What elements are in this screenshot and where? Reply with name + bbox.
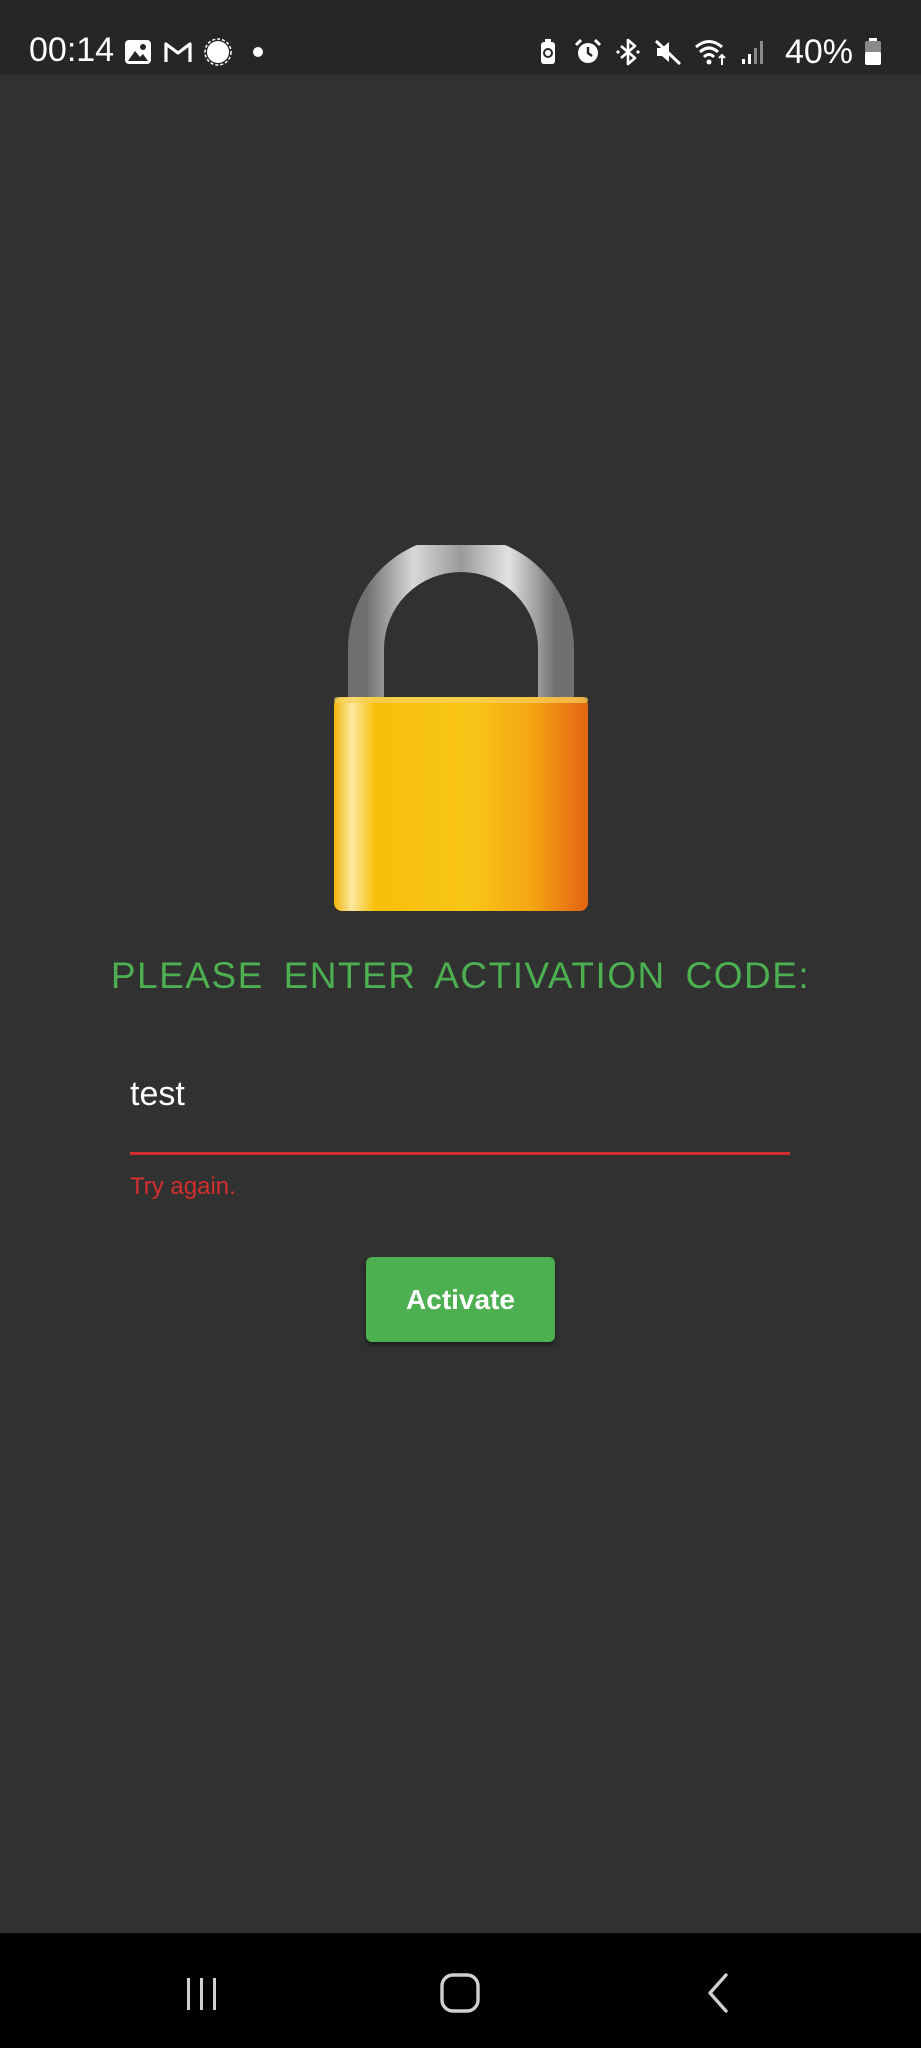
bluetooth-icon bbox=[616, 38, 640, 66]
status-time: 00:14 bbox=[29, 31, 115, 69]
input-underline bbox=[130, 1152, 790, 1155]
battery-icon bbox=[865, 38, 881, 65]
mute-icon bbox=[654, 39, 681, 66]
gallery-icon bbox=[125, 40, 151, 64]
alarm-icon bbox=[574, 38, 601, 63]
error-message: Try again. bbox=[130, 1173, 236, 1200]
status-notification-icons bbox=[123, 34, 273, 70]
activate-button[interactable]: Activate bbox=[366, 1257, 555, 1342]
battery-saver-icon bbox=[540, 39, 555, 64]
back-icon bbox=[708, 1973, 728, 2013]
activation-code-value[interactable]: test bbox=[130, 1074, 185, 1114]
activation-prompt: PLEASE ENTER ACTIVATION CODE: bbox=[110, 955, 811, 996]
back-button[interactable] bbox=[673, 1953, 763, 2033]
gmail-icon bbox=[164, 42, 192, 62]
home-button[interactable] bbox=[415, 1953, 505, 2033]
cell-signal-icon bbox=[741, 41, 763, 64]
recent-apps-button[interactable] bbox=[157, 1953, 247, 2033]
status-system-icons: 40% bbox=[533, 32, 883, 72]
battery-percent: 40% bbox=[784, 33, 853, 71]
recent-apps-icon bbox=[187, 1978, 216, 2010]
padlock-icon bbox=[330, 536, 592, 915]
padlock-graphic bbox=[334, 536, 588, 911]
activation-code-input[interactable]: test bbox=[130, 1060, 790, 1155]
status-bar: 00:14 40% bbox=[0, 0, 921, 75]
notification-dot-icon bbox=[253, 47, 263, 57]
signal-messenger-icon bbox=[204, 38, 232, 66]
wifi-icon bbox=[694, 40, 726, 65]
navigation-bar bbox=[0, 1933, 921, 2048]
home-icon bbox=[440, 1973, 480, 2013]
activation-screen: 00:14 40% PLEASE ENTER ACTIVATION CODE: … bbox=[0, 0, 921, 2048]
